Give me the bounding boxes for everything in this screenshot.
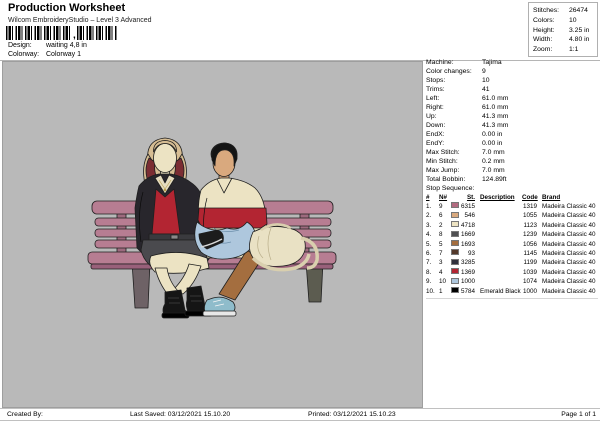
stops-value: 10 bbox=[482, 77, 490, 84]
app-subtitle: Wilcom EmbroideryStudio – Level 3 Advanc… bbox=[8, 17, 152, 24]
barcode-bars-left bbox=[6, 26, 72, 40]
design-label: Design: bbox=[8, 42, 32, 49]
stop-row: 1. 9 6315 1319 Madeira Classic 40 bbox=[426, 202, 596, 210]
machine-label: Machine: bbox=[426, 59, 454, 66]
endy-value: 0.00 in bbox=[482, 140, 503, 147]
machine-value: Tajima bbox=[482, 59, 502, 66]
thread-swatch bbox=[451, 268, 459, 275]
colors-value: 10 bbox=[569, 16, 577, 24]
stop-row: 5. 5 1693 1056 Madeira Classic 40 bbox=[426, 240, 596, 248]
stop-row: 8. 4 1369 1039 Madeira Classic 40 bbox=[426, 268, 596, 276]
thread-swatch bbox=[451, 221, 459, 228]
thread-swatch bbox=[451, 240, 459, 247]
col-stitches: St. bbox=[466, 194, 475, 201]
max-jump-label: Max Jump: bbox=[426, 167, 460, 174]
total-bobbin-label: Total Bobbin: bbox=[426, 176, 466, 183]
thread-swatch bbox=[451, 230, 459, 237]
color-changes-label: Color changes: bbox=[426, 68, 472, 75]
min-stitch-value: 0.2 mm bbox=[482, 158, 505, 165]
page-footer: Created By: Last Saved: 03/12/2021 15.10… bbox=[0, 408, 600, 421]
max-stitch-value: 7.0 mm bbox=[482, 149, 505, 156]
col-needle: N# bbox=[439, 194, 448, 201]
stop-table-header: # N# St. Description Code Brand bbox=[426, 194, 598, 202]
colors-label: Colors: bbox=[533, 16, 555, 24]
down-label: Down: bbox=[426, 122, 446, 129]
min-stitch-label: Min Stitch: bbox=[426, 158, 458, 165]
col-description: Description bbox=[480, 194, 515, 201]
thread-swatch bbox=[451, 277, 459, 284]
down-value: 41.3 mm bbox=[482, 122, 509, 129]
stops-label: Stops: bbox=[426, 77, 446, 84]
stop-row: 10. 1 5784 Emerald Black 1000 Madeira Classic… bbox=[426, 287, 596, 295]
design-value: waiting 4,8 in bbox=[46, 42, 87, 49]
endy-label: EndY: bbox=[426, 140, 445, 147]
stop-row: 9. 10 1000 1074 Madeira Classic 40 bbox=[426, 277, 596, 286]
right-value: 61.0 mm bbox=[482, 104, 509, 111]
man-figure bbox=[194, 142, 268, 317]
thread-swatch bbox=[451, 249, 459, 256]
col-brand: Brand bbox=[542, 194, 561, 201]
col-num: # bbox=[426, 194, 430, 201]
page-title: Production Worksheet bbox=[8, 2, 126, 14]
stop-sequence-table: # N# St. Description Code Brand 1. 9 6315 1… bbox=[426, 194, 598, 300]
endx-value: 0.00 in bbox=[482, 131, 503, 138]
design-name-row: Design: waiting 4,8 in bbox=[8, 42, 87, 49]
stop-row: 6. 7 93 1145 Madeira Classic 40 bbox=[426, 249, 596, 257]
height-value: 3.25 in bbox=[569, 26, 590, 34]
production-worksheet-page: { "header": { "title": "Production Works… bbox=[0, 0, 600, 424]
design-summary-box: Stitches: 26474 Colors: 10 Height: 3.25 in … bbox=[528, 2, 598, 57]
max-jump-value: 7.0 mm bbox=[482, 167, 505, 174]
thread-swatch bbox=[451, 287, 459, 294]
machine-info-panel: Machine: Tajima Color changes: 9 Stops: 10 … bbox=[426, 58, 598, 184]
thread-swatch bbox=[451, 202, 459, 209]
barcode-bars-right bbox=[76, 26, 117, 40]
last-saved-text: Last Saved: 03/12/2021 15.10.20 bbox=[130, 411, 231, 418]
stitches-value: 26474 bbox=[569, 7, 588, 14]
thread-swatch bbox=[451, 258, 459, 265]
up-value: 41.3 mm bbox=[482, 113, 509, 120]
colorway-value: Colorway 1 bbox=[46, 51, 82, 58]
total-bobbin-value: 124.89ft bbox=[482, 176, 507, 183]
embroidery-design-svg bbox=[87, 137, 337, 319]
max-stitch-label: Max Stitch: bbox=[426, 149, 460, 156]
stop-row: 2. 6 546 1055 Madeira Classic 40 bbox=[426, 211, 596, 220]
colorway-row: Colorway: Colorway 1 bbox=[8, 51, 81, 58]
trims-value: 41 bbox=[482, 86, 490, 93]
zoom-label: Zoom: bbox=[533, 46, 553, 54]
design-canvas bbox=[2, 61, 423, 408]
stop-sequence-title: Stop Sequence: bbox=[426, 185, 475, 192]
endx-label: EndX: bbox=[426, 131, 445, 138]
trims-label: Trims: bbox=[426, 86, 445, 93]
colorway-label: Colorway: bbox=[8, 51, 40, 58]
left-value: 61.0 mm bbox=[482, 95, 509, 102]
color-changes-value: 9 bbox=[482, 68, 486, 75]
width-label: Width: bbox=[533, 36, 553, 44]
stop-row: 3. 2 4718 1123 Madeira Classic 40 bbox=[426, 221, 596, 229]
stitches-label: Stitches: bbox=[533, 7, 560, 14]
stop-row: 7. 3 3285 1199 Madeira Classic 40 bbox=[426, 258, 596, 267]
barcode-separator: , bbox=[73, 30, 76, 41]
left-label: Left: bbox=[426, 95, 440, 102]
right-label: Right: bbox=[426, 104, 444, 111]
col-code: Code bbox=[522, 194, 538, 201]
created-by-label: Created By: bbox=[7, 411, 43, 418]
design-barcode: , bbox=[6, 26, 117, 41]
thread-swatch bbox=[451, 211, 459, 218]
zoom-value: 1:1 bbox=[569, 46, 579, 54]
stop-row: 4. 8 1669 1239 Madeira Classic 40 bbox=[426, 230, 596, 239]
height-label: Height: bbox=[533, 26, 555, 34]
printed-text: Printed: 03/12/2021 15.10.23 bbox=[308, 411, 396, 418]
page-number: Page 1 of 1 bbox=[561, 411, 596, 418]
width-value: 4.80 in bbox=[569, 36, 590, 44]
up-label: Up: bbox=[426, 113, 437, 120]
